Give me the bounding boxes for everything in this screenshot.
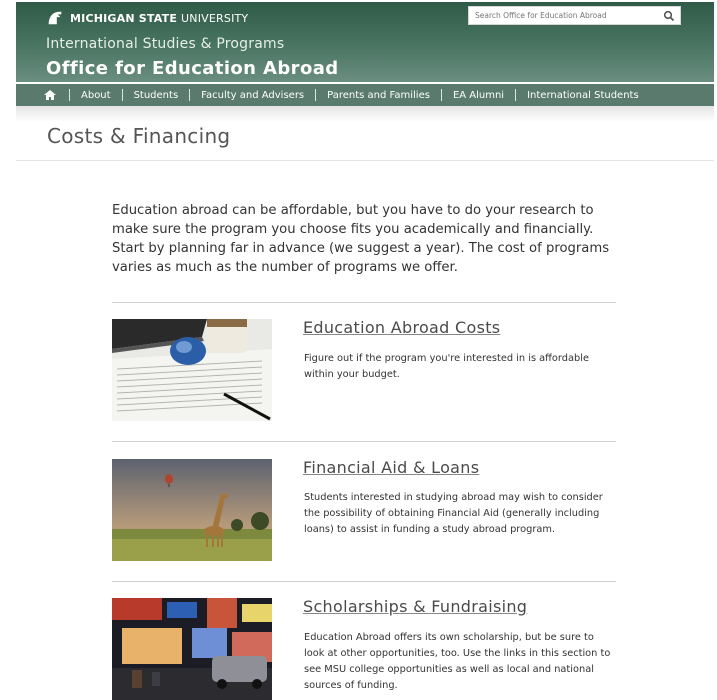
section-divider [112,302,616,303]
search-input[interactable] [475,8,655,23]
page-title: Costs & Financing [47,124,231,148]
education-abroad-costs-link[interactable]: Education Abroad Costs [303,318,500,337]
scholarships-fundraising-desc: Education Abroad offers its own scholars… [304,632,611,691]
main-nav: About Students Faculty and Advisers Pare… [16,84,714,106]
financial-aid-loans-desc: Students interested in studying abroad m… [304,492,603,535]
msu-brand[interactable]: MICHIGAN STATE UNIVERSITY [46,9,248,27]
search-icon[interactable] [662,9,676,23]
nav-shadow [16,106,714,122]
financial-aid-image[interactable] [112,459,272,561]
costs-image[interactable] [112,319,272,421]
financial-aid-loans-link[interactable]: Financial Aid & Loans [303,458,479,477]
night-street-image [112,598,272,700]
scholarships-fundraising-link[interactable]: Scholarships & Fundraising [303,597,527,616]
title-divider [16,160,714,161]
nav-item-students[interactable]: Students [123,90,190,101]
scholarships-image[interactable] [112,598,272,700]
section-divider [112,441,616,442]
nav-item-ea-alumni[interactable]: EA Alumni [442,90,515,101]
site-subtitle[interactable]: International Studies & Programs [46,36,284,52]
home-icon[interactable] [43,89,57,101]
site-title[interactable]: Office for Education Abroad [46,58,339,79]
nav-item-international-students[interactable]: International Students [516,90,650,101]
education-abroad-costs-desc: Figure out if the program you're interes… [304,353,589,380]
site-header: MICHIGAN STATE UNIVERSITY International … [16,2,714,82]
search-box [468,6,681,25]
brand-name-normal: UNIVERSITY [181,11,249,25]
nav-item-about[interactable]: About [70,90,122,101]
spartan-helmet-icon [48,11,62,25]
nav-item-parents-families[interactable]: Parents and Families [316,90,441,101]
nav-item-faculty-advisers[interactable]: Faculty and Advisers [190,90,315,101]
newspaper-mouse-image [112,319,272,421]
giraffe-savanna-image [112,459,272,561]
intro-paragraph: Education abroad can be affordable, but … [112,203,610,275]
section-divider [112,581,616,582]
brand-name-bold: MICHIGAN STATE [70,11,178,25]
